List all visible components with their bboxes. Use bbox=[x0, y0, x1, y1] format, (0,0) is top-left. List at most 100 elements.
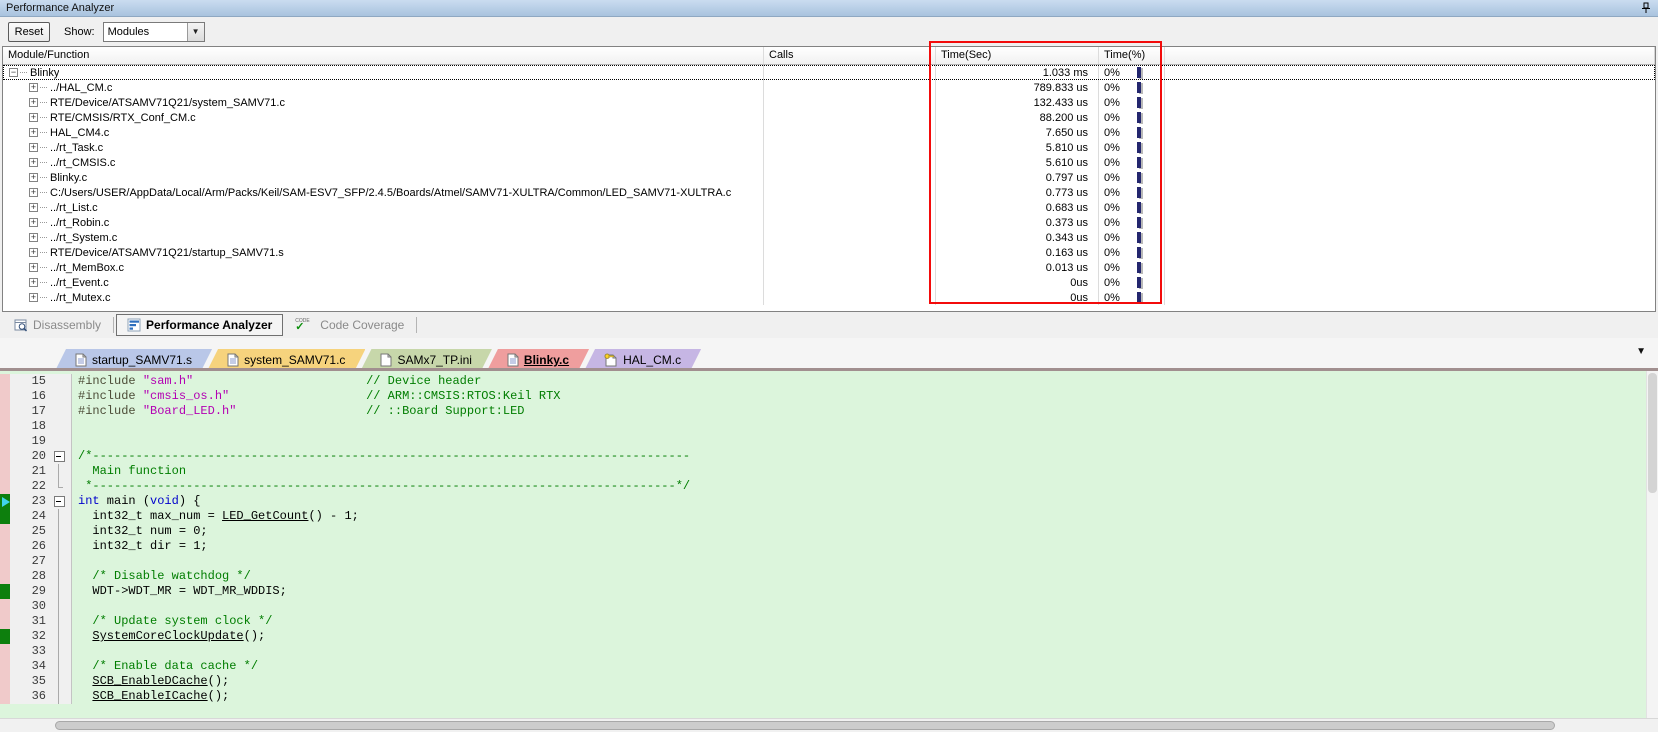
tree-expander[interactable]: + bbox=[29, 278, 38, 287]
code-line[interactable]: 24 int32_t max_num = LED_GetCount() - 1; bbox=[0, 509, 690, 524]
tree-expander[interactable]: + bbox=[29, 98, 38, 107]
editor-tab-startup-samv71[interactable]: startup_SAMV71.s bbox=[55, 349, 212, 371]
table-row[interactable]: + ../rt_List.c 0.683 us 0% bbox=[3, 200, 1655, 215]
table-row[interactable]: + RTE/Device/ATSAMV71Q21/system_SAMV71.c… bbox=[3, 95, 1655, 110]
chevron-down-icon[interactable]: ▼ bbox=[187, 23, 204, 41]
tree-expander[interactable]: + bbox=[29, 158, 38, 167]
code-line[interactable]: 29 WDT->WDT_MR = WDT_MR_WDDIS; bbox=[0, 584, 690, 599]
editor-tab-samx7-tp-ini[interactable]: SAMx7_TP.ini bbox=[360, 349, 491, 371]
column-header-time-pct[interactable]: Time(%) bbox=[1099, 47, 1165, 64]
coverage-marker[interactable] bbox=[0, 629, 10, 644]
table-row[interactable]: + RTE/Device/ATSAMV71Q21/startup_SAMV71.… bbox=[3, 245, 1655, 260]
tree-expander[interactable]: + bbox=[29, 218, 38, 227]
table-row[interactable]: + ../rt_Robin.c 0.373 us 0% bbox=[3, 215, 1655, 230]
code-editor[interactable]: 15 #include "sam.h" // Device header 16 … bbox=[0, 371, 1658, 718]
code-line[interactable]: 21 Main function bbox=[0, 464, 690, 479]
fold-margin[interactable] bbox=[52, 479, 72, 494]
coverage-marker[interactable] bbox=[0, 569, 10, 584]
column-header-calls[interactable]: Calls bbox=[764, 47, 936, 64]
fold-margin[interactable] bbox=[52, 659, 72, 674]
code-line[interactable]: 25 int32_t num = 0; bbox=[0, 524, 690, 539]
tree-expander[interactable]: + bbox=[29, 263, 38, 272]
editor-tab-system-samv71[interactable]: system_SAMV71.c bbox=[207, 349, 365, 371]
code-line[interactable]: 23 int main (void) { bbox=[0, 494, 690, 509]
auto-hide-pin-icon[interactable] bbox=[1640, 2, 1652, 14]
fold-margin[interactable] bbox=[52, 509, 72, 524]
scrollbar-thumb[interactable] bbox=[55, 721, 1555, 730]
fold-margin[interactable] bbox=[52, 554, 72, 569]
tree-expander[interactable]: − bbox=[9, 68, 18, 77]
coverage-marker[interactable] bbox=[0, 509, 10, 524]
code-line[interactable]: 16 #include "cmsis_os.h" // ARM::CMSIS:R… bbox=[0, 389, 690, 404]
code-line[interactable]: 15 #include "sam.h" // Device header bbox=[0, 374, 690, 389]
coverage-marker[interactable] bbox=[0, 494, 10, 509]
fold-margin[interactable] bbox=[52, 629, 72, 644]
tree-expander[interactable]: + bbox=[29, 128, 38, 137]
show-dropdown[interactable]: Modules ▼ bbox=[103, 22, 205, 42]
code-line[interactable]: 18 bbox=[0, 419, 690, 434]
code-line[interactable]: 20 /*-----------------------------------… bbox=[0, 449, 690, 464]
table-row[interactable]: + ../rt_Event.c 0us 0% bbox=[3, 275, 1655, 290]
coverage-marker[interactable] bbox=[0, 674, 10, 689]
coverage-marker[interactable] bbox=[0, 614, 10, 629]
scrollbar-thumb[interactable] bbox=[1648, 373, 1657, 493]
coverage-marker[interactable] bbox=[0, 404, 10, 419]
code-line[interactable]: 22 *------------------------------------… bbox=[0, 479, 690, 494]
coverage-marker[interactable] bbox=[0, 479, 10, 494]
tree-expander[interactable]: + bbox=[29, 203, 38, 212]
coverage-marker[interactable] bbox=[0, 659, 10, 674]
editor-tab-hal-cm[interactable]: HAL_CM.c bbox=[584, 349, 701, 371]
code-line[interactable]: 30 bbox=[0, 599, 690, 614]
table-row[interactable]: + HAL_CM4.c 7.650 us 0% bbox=[3, 125, 1655, 140]
fold-margin[interactable] bbox=[52, 434, 72, 449]
editor-horizontal-scrollbar[interactable] bbox=[0, 718, 1658, 732]
coverage-marker[interactable] bbox=[0, 584, 10, 599]
coverage-marker[interactable] bbox=[0, 554, 10, 569]
editor-tab-blinky[interactable]: Blinky.c bbox=[487, 349, 589, 371]
code-line[interactable]: 33 bbox=[0, 644, 690, 659]
fold-margin[interactable] bbox=[52, 449, 72, 464]
coverage-marker[interactable] bbox=[0, 464, 10, 479]
tree-expander[interactable]: + bbox=[29, 113, 38, 122]
code-lines[interactable]: 15 #include "sam.h" // Device header 16 … bbox=[0, 374, 690, 704]
code-line[interactable]: 26 int32_t dir = 1; bbox=[0, 539, 690, 554]
tree-expander[interactable]: + bbox=[29, 233, 38, 242]
table-row[interactable]: + RTE/CMSIS/RTX_Conf_CM.c 88.200 us 0% bbox=[3, 110, 1655, 125]
tree-expander[interactable]: + bbox=[29, 293, 38, 302]
coverage-marker[interactable] bbox=[0, 389, 10, 404]
coverage-marker[interactable] bbox=[0, 419, 10, 434]
tab-disassembly[interactable]: Disassembly bbox=[4, 314, 111, 336]
table-row[interactable]: + ../rt_MemBox.c 0.013 us 0% bbox=[3, 260, 1655, 275]
tree-expander[interactable]: + bbox=[29, 188, 38, 197]
code-line[interactable]: 17 #include "Board_LED.h" // ::Board Sup… bbox=[0, 404, 690, 419]
fold-margin[interactable] bbox=[52, 374, 72, 389]
table-row[interactable]: + ../rt_Mutex.c 0us 0% bbox=[3, 290, 1655, 305]
fold-margin[interactable] bbox=[52, 614, 72, 629]
code-line[interactable]: 36 SCB_EnableICache(); bbox=[0, 689, 690, 704]
coverage-marker[interactable] bbox=[0, 599, 10, 614]
fold-margin[interactable] bbox=[52, 419, 72, 434]
reset-button[interactable]: Reset bbox=[8, 22, 50, 42]
fold-margin[interactable] bbox=[52, 584, 72, 599]
fold-margin[interactable] bbox=[52, 524, 72, 539]
code-line[interactable]: 32 SystemCoreClockUpdate(); bbox=[0, 629, 690, 644]
coverage-marker[interactable] bbox=[0, 449, 10, 464]
code-line[interactable]: 27 bbox=[0, 554, 690, 569]
table-row[interactable]: + ../rt_System.c 0.343 us 0% bbox=[3, 230, 1655, 245]
editor-vertical-scrollbar[interactable] bbox=[1646, 371, 1658, 718]
coverage-marker[interactable] bbox=[0, 689, 10, 704]
tab-list-dropdown-icon[interactable]: ▼ bbox=[1636, 346, 1646, 357]
fold-margin[interactable] bbox=[52, 644, 72, 659]
fold-margin[interactable] bbox=[52, 674, 72, 689]
code-line[interactable]: 28 /* Disable watchdog */ bbox=[0, 569, 690, 584]
table-row[interactable]: + ../rt_Task.c 5.810 us 0% bbox=[3, 140, 1655, 155]
tab-code-coverage[interactable]: CODE✓ Code Coverage bbox=[285, 314, 414, 336]
code-line[interactable]: 19 bbox=[0, 434, 690, 449]
coverage-marker[interactable] bbox=[0, 374, 10, 389]
code-line[interactable]: 34 /* Enable data cache */ bbox=[0, 659, 690, 674]
tree-expander[interactable]: + bbox=[29, 83, 38, 92]
table-row[interactable]: − Blinky 1.033 ms 0% bbox=[3, 65, 1655, 80]
coverage-marker[interactable] bbox=[0, 524, 10, 539]
code-line[interactable]: 31 /* Update system clock */ bbox=[0, 614, 690, 629]
fold-margin[interactable] bbox=[52, 539, 72, 554]
